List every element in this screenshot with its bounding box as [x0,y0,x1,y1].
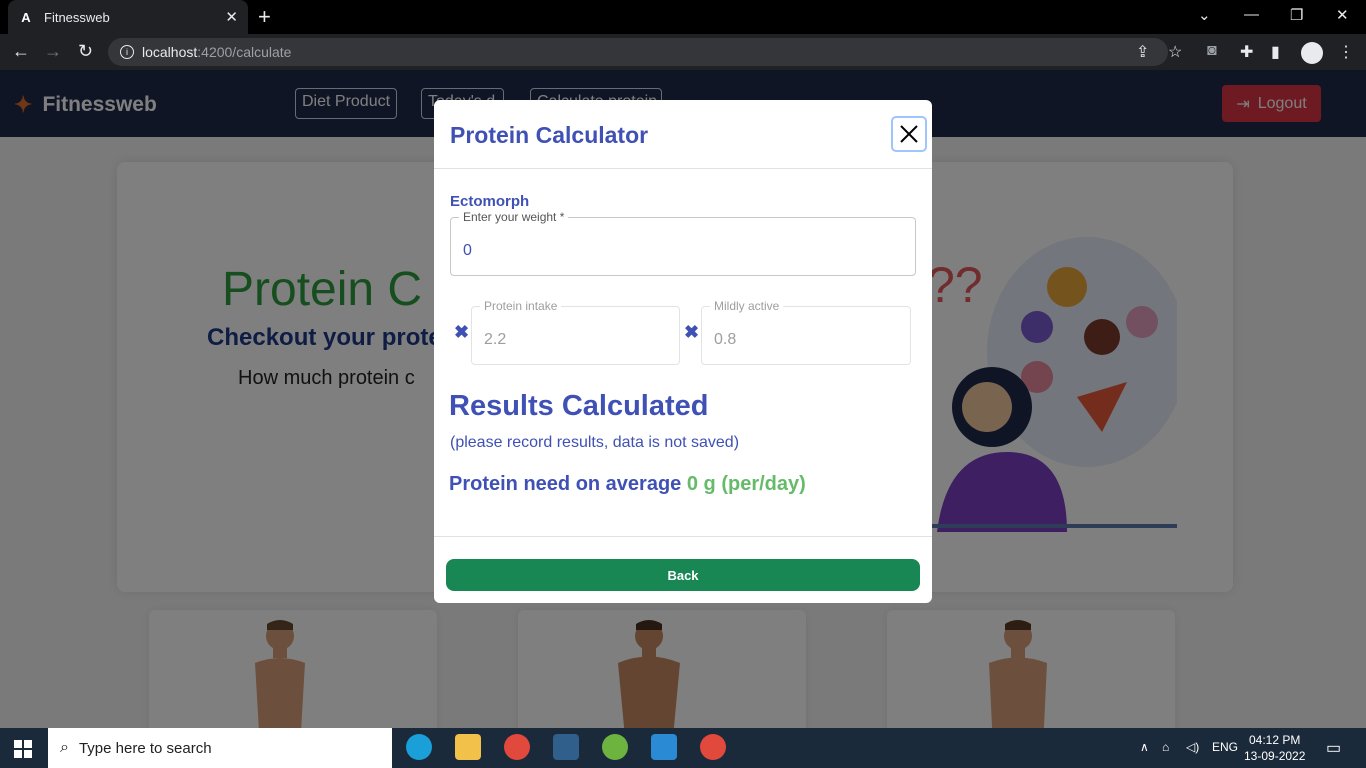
file-explorer-icon[interactable] [455,734,481,760]
address-bar[interactable]: i localhost:4200/calculate [108,38,1168,66]
activity-field: Mildly active 0.8 [701,299,911,365]
spring-tool-icon[interactable] [602,734,628,760]
results-note: (please record results, data is not save… [450,434,740,451]
multiply-icon: ✖ [684,322,700,342]
restore-icon[interactable]: ❐ [1290,6,1303,24]
windows-start-icon[interactable] [14,740,32,758]
language-indicator[interactable]: ENG [1212,740,1238,754]
bookmark-star-icon[interactable]: ☆ [1168,42,1182,62]
back-button[interactable]: Back [446,559,920,591]
modal-header: Protein Calculator [434,100,932,169]
protein-intake-field: Protein intake 2.2 [471,299,680,365]
vscode-icon[interactable] [651,734,677,760]
profile-avatar-icon[interactable] [1301,42,1323,64]
angular-icon: A [21,9,31,25]
protein-need-value: 0 g (per/day) [686,473,806,495]
modal-footer-divider [434,536,932,537]
minimize-icon[interactable]: — [1244,6,1259,23]
edge-icon[interactable] [406,734,432,760]
forward-arrow-icon[interactable]: → [44,41,62,62]
protein-calculator-modal: Protein Calculator Ectomorph Enter your … [434,100,932,603]
multiply-icon: ✖ [454,322,470,342]
body-type-label: Ectomorph [450,193,530,210]
side-panel-icon[interactable]: ▮ [1271,42,1280,62]
search-icon: ⌕ [60,739,69,756]
clock-time: 04:12 PM [1249,733,1301,747]
chrome-icon[interactable] [504,734,530,760]
new-tab-icon[interactable]: + [258,4,271,30]
protein-intake-value: 2.2 [484,331,507,348]
close-button[interactable] [891,116,927,152]
clock[interactable]: 04:12 PM 13-09-2022 [1244,732,1305,764]
share-icon[interactable]: ⇪ [1136,42,1149,62]
clock-date: 13-09-2022 [1244,749,1306,763]
browser-tabbar: A Fitnessweb ✕ + ⌄ — ❐ ✕ [0,0,1366,34]
results-title: Results Calculated [449,390,709,422]
browser-tab[interactable]: A Fitnessweb ✕ [8,0,248,34]
extensions-icon[interactable]: ✚ [1240,42,1253,62]
search-placeholder: Type here to search [78,739,212,757]
tab-title: Fitnessweb [44,9,110,25]
activity-value: 0.8 [714,331,737,348]
weight-field[interactable]: Enter your weight * 0 [450,210,916,276]
mysql-workbench-icon[interactable] [553,734,579,760]
volume-icon[interactable]: ◁) [1186,740,1199,754]
info-icon[interactable]: i [120,45,134,59]
weight-label: Enter your weight * [459,210,569,224]
close-icon [900,125,918,143]
tab-search-icon[interactable]: ⌄ [1198,6,1211,24]
modal-title: Protein Calculator [450,122,649,148]
url-path: :4200/calculate [197,44,292,60]
url-host: localhost [142,44,198,60]
protein-need-label: Protein need on average [449,473,682,495]
protein-intake-label: Protein intake [480,299,562,313]
protein-need-text: Protein need on average 0 g (per/day) [449,473,806,496]
weight-value: 0 [463,242,472,259]
windows-taskbar: ⌕ Type here to search ∧ ⌂ ◁) ENG 04:12 P… [0,728,1366,768]
chrome-profile-icon[interactable] [700,734,726,760]
network-icon[interactable]: ⌂ [1162,740,1169,754]
reload-icon[interactable]: ↻ [78,41,93,62]
camera-icon[interactable]: ◙ [1207,42,1217,60]
taskbar-search[interactable]: ⌕ Type here to search [48,728,392,768]
menu-icon[interactable]: ⋮ [1338,42,1354,62]
activity-label: Mildly active [710,299,784,313]
tray-chevron-icon[interactable]: ∧ [1140,740,1149,754]
close-window-icon[interactable]: ✕ [1336,6,1349,24]
notifications-icon[interactable]: ▭ [1326,738,1341,758]
back-arrow-icon[interactable]: ← [12,41,30,62]
browser-toolbar: ← → ↻ i localhost:4200/calculate ⇪ ☆ ◙ ✚… [0,34,1366,70]
close-tab-icon[interactable]: ✕ [225,8,238,26]
